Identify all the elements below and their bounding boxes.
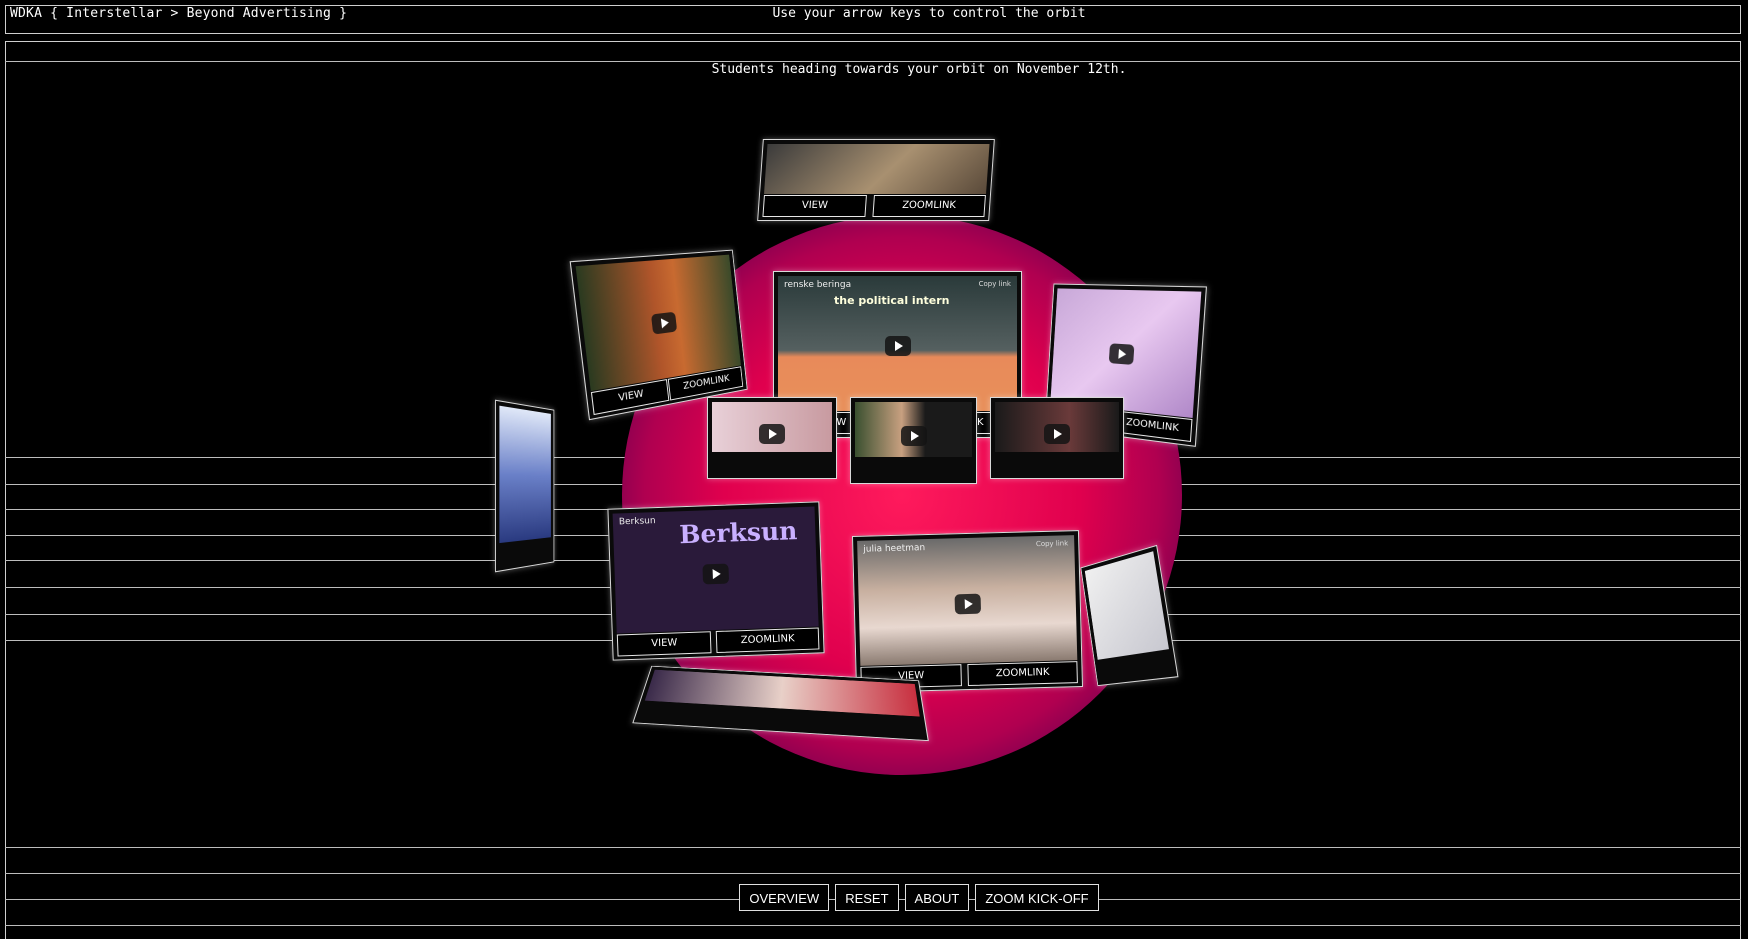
play-icon[interactable] [650, 311, 678, 335]
student-card[interactable] [707, 397, 837, 479]
card-title: julia heetman [863, 543, 926, 555]
student-card[interactable]: julia heetman Copy link VIEW ZOOMLINK [851, 530, 1084, 693]
bottom-nav: OVERVIEW RESET ABOUT ZOOM KICK-OFF [0, 884, 1748, 911]
copy-link[interactable]: Copy link [1036, 539, 1069, 548]
card-title: Berksun [618, 516, 656, 528]
play-icon[interactable] [1044, 424, 1070, 444]
view-button[interactable]: VIEW [762, 195, 868, 217]
view-button[interactable]: VIEW [616, 631, 712, 657]
play-icon[interactable] [759, 424, 785, 444]
zoomlink-button[interactable]: ZOOMLINK [715, 627, 820, 654]
video-thumbnail[interactable] [499, 405, 551, 544]
reset-button[interactable]: RESET [835, 884, 899, 911]
student-card[interactable] [850, 397, 977, 484]
overview-button[interactable]: OVERVIEW [739, 884, 830, 911]
copy-link[interactable]: Copy link [979, 280, 1011, 288]
play-icon[interactable] [702, 563, 730, 584]
orbit-hint: Use your arrow keys to control the orbit [772, 6, 1086, 21]
zoom-kickoff-button[interactable]: ZOOM KICK-OFF [975, 884, 1099, 911]
student-card[interactable]: Berksun Berksun VIEW ZOOMLINK [607, 501, 825, 661]
card-headline: Berksun [678, 516, 798, 550]
play-icon[interactable] [1108, 342, 1135, 365]
zoomlink-button[interactable]: ZOOMLINK [872, 195, 986, 217]
orbit-sphere[interactable]: VIEW ZOOMLINK VIEW ZOOMLINK renske berin… [495, 125, 1240, 825]
play-icon[interactable] [954, 593, 981, 615]
card-headline: the political intern [834, 294, 950, 307]
student-card[interactable]: VIEW ZOOMLINK [569, 249, 748, 421]
video-thumbnail[interactable] [764, 144, 990, 194]
student-card[interactable]: VIEW ZOOMLINK [757, 139, 995, 221]
zoomlink-button[interactable]: ZOOMLINK [967, 661, 1078, 687]
guide-line [5, 925, 1741, 926]
guide-line [5, 847, 1741, 848]
play-icon[interactable] [900, 426, 927, 447]
page-subtitle: Students heading towards your orbit on N… [711, 62, 1127, 77]
guide-line [5, 873, 1741, 874]
student-card[interactable] [990, 397, 1124, 479]
play-icon[interactable] [884, 336, 911, 357]
video-thumbnail[interactable] [1084, 551, 1169, 660]
about-button[interactable]: ABOUT [904, 884, 970, 911]
student-card[interactable] [495, 399, 555, 573]
card-title: renske beringa [784, 280, 852, 290]
